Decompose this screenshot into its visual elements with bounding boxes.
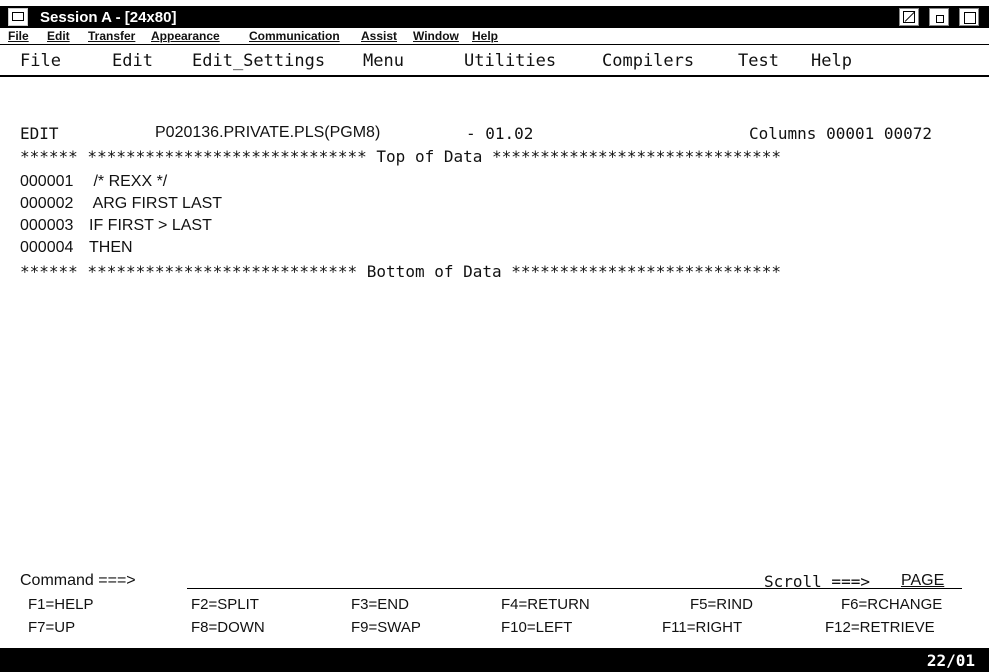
maximize-icon[interactable] xyxy=(959,8,979,26)
fkey-f11[interactable]: F11=RIGHT xyxy=(662,619,742,636)
ispf-menu-help[interactable]: Help xyxy=(811,51,852,71)
line-text[interactable]: /* REXX */ xyxy=(89,173,167,191)
ispf-action-bar: File Edit Edit_Settings Menu Utilities C… xyxy=(0,45,989,77)
fkey-f5[interactable]: F5=RIND xyxy=(690,596,753,613)
fkey-f3[interactable]: F3=END xyxy=(351,596,409,613)
ispf-menu-edit-settings[interactable]: Edit_Settings xyxy=(192,51,325,71)
fkey-f1[interactable]: F1=HELP xyxy=(28,596,93,613)
fkey-f2[interactable]: F2=SPLIT xyxy=(191,596,259,613)
dataset-level: - 01.02 xyxy=(466,124,534,143)
scroll-label: Scroll ===> xyxy=(764,572,870,591)
menu-communication[interactable]: Communication xyxy=(249,29,340,43)
menu-window[interactable]: Window xyxy=(413,29,459,43)
window-titlebar: Session A - [24x80] xyxy=(0,6,989,28)
line-text[interactable]: ARG FIRST LAST xyxy=(89,195,223,213)
scroll-value[interactable]: PAGE xyxy=(901,572,944,590)
menu-transfer[interactable]: Transfer xyxy=(88,29,135,43)
fkey-f4[interactable]: F4=RETURN xyxy=(501,596,590,613)
window-title: Session A - [24x80] xyxy=(40,8,177,26)
line-number: 000002 xyxy=(20,195,74,212)
line-number: 000001 xyxy=(20,173,74,190)
fkey-f12[interactable]: F12=RETRIEVE xyxy=(825,619,935,636)
ispf-menu-edit[interactable]: Edit xyxy=(112,51,153,71)
terminal-icon[interactable] xyxy=(8,8,28,26)
ispf-menu-menu[interactable]: Menu xyxy=(363,51,404,71)
menu-file[interactable]: File xyxy=(8,29,29,43)
host-menubar: File Edit Transfer Appearance Communicat… xyxy=(0,28,989,45)
ispf-menu-compilers[interactable]: Compilers xyxy=(602,51,694,71)
menu-appearance[interactable]: Appearance xyxy=(151,29,220,43)
minimize-icon[interactable] xyxy=(899,8,919,26)
fkey-f7[interactable]: F7=UP xyxy=(28,619,75,636)
menu-edit[interactable]: Edit xyxy=(47,29,70,43)
fkey-f9[interactable]: F9=SWAP xyxy=(351,619,421,636)
fkey-f10[interactable]: F10=LEFT xyxy=(501,619,572,636)
ispf-menu-utilities[interactable]: Utilities xyxy=(464,51,556,71)
restore-icon[interactable] xyxy=(929,8,949,26)
line-number: 000004 xyxy=(20,239,74,256)
line-text[interactable]: THEN xyxy=(89,239,133,257)
menu-help[interactable]: Help xyxy=(472,29,498,43)
fkey-f8[interactable]: F8=DOWN xyxy=(191,619,265,636)
top-of-data: ****** ***************************** Top… xyxy=(20,147,781,166)
status-bar: 22/01 xyxy=(0,648,989,672)
menu-assist[interactable]: Assist xyxy=(361,29,397,43)
cursor-position: 22/01 xyxy=(926,651,975,670)
line-text[interactable]: IF FIRST > LAST xyxy=(89,217,212,235)
bottom-of-data: ****** **************************** Bott… xyxy=(20,262,781,281)
dataset-name: P020136.PRIVATE.PLS(PGM8) xyxy=(155,124,381,141)
command-label: Command ===> xyxy=(20,572,136,589)
fkey-f6[interactable]: F6=RCHANGE xyxy=(841,596,942,613)
line-number: 000003 xyxy=(20,217,74,234)
ispf-menu-test[interactable]: Test xyxy=(738,51,779,71)
ispf-menu-file[interactable]: File xyxy=(20,51,61,71)
edit-mode: EDIT xyxy=(20,124,59,143)
columns-indicator: Columns 00001 00072 xyxy=(749,124,933,143)
